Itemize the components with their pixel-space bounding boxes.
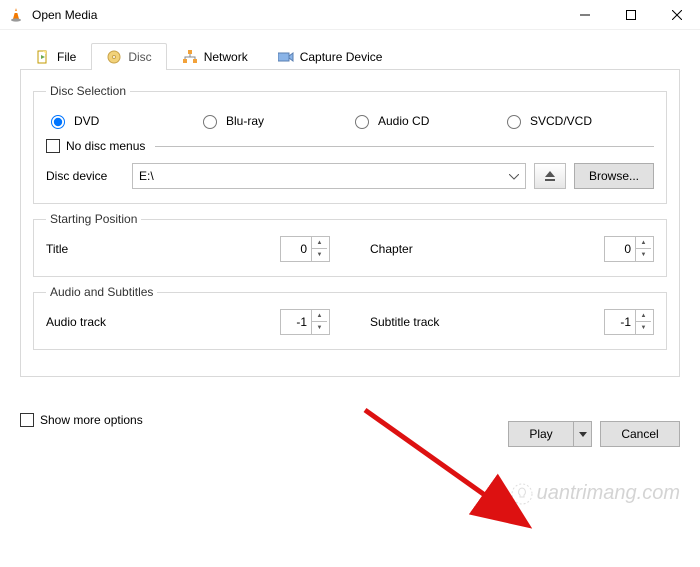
audio-track-input[interactable]	[281, 315, 311, 329]
watermark: uantrimang.com	[511, 482, 680, 505]
tab-network-label: Network	[204, 50, 248, 64]
tab-network[interactable]: Network	[167, 43, 263, 70]
tab-capture-device[interactable]: Capture Device	[263, 43, 398, 70]
radio-svcd-label: SVCD/VCD	[530, 114, 592, 128]
title-spin-up[interactable]: ▲	[312, 237, 327, 249]
show-more-options-label: Show more options	[40, 413, 143, 427]
radio-audio-cd-label: Audio CD	[378, 114, 429, 128]
close-button[interactable]	[654, 0, 700, 30]
title-input[interactable]	[281, 242, 311, 256]
browse-button[interactable]: Browse...	[574, 163, 654, 189]
subtitle-spin-up[interactable]: ▲	[636, 310, 651, 322]
chapter-input[interactable]	[605, 242, 635, 256]
disc-device-value: E:\	[139, 169, 154, 183]
audio-spin-down[interactable]: ▼	[312, 322, 327, 334]
maximize-button[interactable]	[608, 0, 654, 30]
disc-icon	[106, 50, 122, 64]
checkbox-show-more-options[interactable]: Show more options	[20, 413, 143, 427]
checkbox-box	[20, 413, 34, 427]
eject-icon	[544, 170, 556, 182]
disc-device-label: Disc device	[46, 169, 124, 183]
radio-svcd-vcd[interactable]: SVCD/VCD	[502, 112, 654, 129]
tab-file-label: File	[57, 50, 76, 64]
tab-panel-disc: Disc Selection DVD Blu-ray Audio CD SVCD…	[20, 70, 680, 377]
play-split-button[interactable]: Play	[508, 421, 592, 447]
chevron-down-icon	[509, 169, 519, 183]
subtitle-track-input[interactable]	[605, 315, 635, 329]
fieldset-starting-position: Starting Position Title ▲ ▼ Chapter	[33, 212, 667, 277]
tab-disc-label: Disc	[128, 50, 151, 64]
tab-file[interactable]: File	[20, 43, 91, 70]
radio-bluray-input[interactable]	[203, 115, 217, 129]
separator-line	[155, 146, 654, 147]
play-dropdown-button[interactable]	[574, 421, 592, 447]
tab-capture-label: Capture Device	[300, 50, 383, 64]
radio-audio-cd[interactable]: Audio CD	[350, 112, 502, 129]
chapter-spin-up[interactable]: ▲	[636, 237, 651, 249]
subtitle-track-spinner[interactable]: ▲ ▼	[604, 309, 654, 335]
audio-spin-up[interactable]: ▲	[312, 310, 327, 322]
checkbox-no-disc-menus-label: No disc menus	[66, 139, 145, 153]
tab-bar: File Disc Network Capture Device	[20, 42, 680, 70]
radio-bluray[interactable]: Blu-ray	[198, 112, 350, 129]
capture-device-icon	[278, 50, 294, 64]
title-spin-down[interactable]: ▼	[312, 249, 327, 261]
title-spinner[interactable]: ▲ ▼	[280, 236, 330, 262]
legend-audio-subtitles: Audio and Subtitles	[46, 285, 157, 299]
chapter-label: Chapter	[370, 242, 460, 256]
radio-svcd-input[interactable]	[507, 115, 521, 129]
subtitle-spin-down[interactable]: ▼	[636, 322, 651, 334]
legend-disc-selection: Disc Selection	[46, 84, 130, 98]
network-icon	[182, 50, 198, 64]
tab-disc[interactable]: Disc	[91, 43, 166, 70]
window-title: Open Media	[32, 8, 97, 22]
disc-device-combo[interactable]: E:\	[132, 163, 526, 189]
app-icon	[6, 5, 26, 25]
legend-starting-position: Starting Position	[46, 212, 141, 226]
file-icon	[35, 50, 51, 64]
radio-bluray-label: Blu-ray	[226, 114, 264, 128]
footer: Show more options Play Cancel	[0, 385, 700, 447]
chevron-down-icon	[579, 432, 587, 437]
minimize-button[interactable]	[562, 0, 608, 30]
chapter-spinner[interactable]: ▲ ▼	[604, 236, 654, 262]
radio-dvd[interactable]: DVD	[46, 112, 198, 129]
audio-track-spinner[interactable]: ▲ ▼	[280, 309, 330, 335]
checkbox-box	[46, 139, 60, 153]
watermark-text: uantrimang.com	[537, 482, 680, 505]
chapter-spin-down[interactable]: ▼	[636, 249, 651, 261]
checkbox-no-disc-menus[interactable]: No disc menus	[46, 139, 145, 153]
eject-button[interactable]	[534, 163, 566, 189]
cancel-button[interactable]: Cancel	[600, 421, 680, 447]
subtitle-track-label: Subtitle track	[370, 315, 460, 329]
audio-track-label: Audio track	[46, 315, 136, 329]
title-label: Title	[46, 242, 136, 256]
play-button[interactable]: Play	[508, 421, 574, 447]
lightbulb-icon	[511, 483, 533, 505]
fieldset-audio-subtitles: Audio and Subtitles Audio track ▲ ▼ Subt…	[33, 285, 667, 350]
radio-dvd-input[interactable]	[51, 115, 65, 129]
radio-audio-cd-input[interactable]	[355, 115, 369, 129]
titlebar: Open Media	[0, 0, 700, 30]
radio-dvd-label: DVD	[74, 114, 99, 128]
fieldset-disc-selection: Disc Selection DVD Blu-ray Audio CD SVCD…	[33, 84, 667, 204]
